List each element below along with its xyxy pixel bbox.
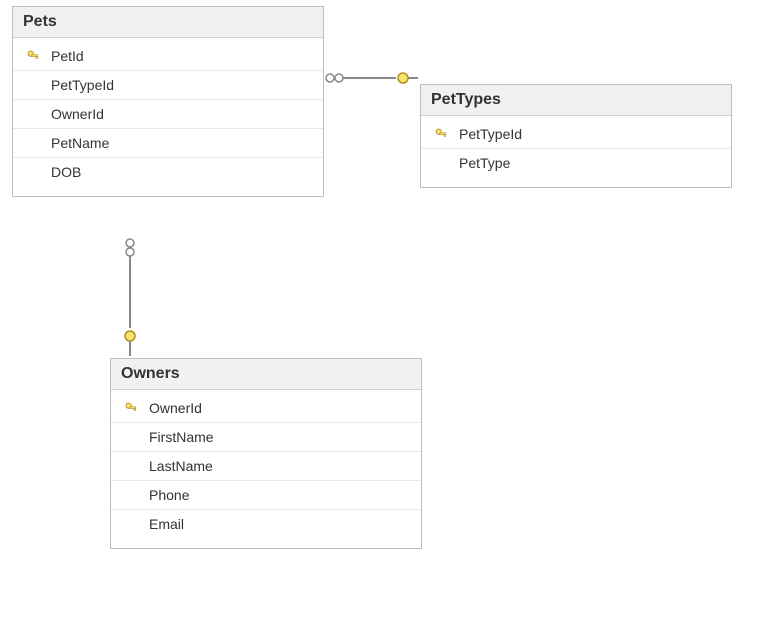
column-name: PetType <box>453 155 721 171</box>
table-pets[interactable]: Pets PetId PetTypeId OwnerId PetName <box>12 6 324 197</box>
relation-pets-owners <box>125 239 135 356</box>
primary-key-icon <box>119 401 143 415</box>
column-name: PetTypeId <box>453 126 721 142</box>
relation-pets-pettypes <box>326 73 418 83</box>
table-pets-title[interactable]: Pets <box>13 7 323 38</box>
column-name: Phone <box>143 487 411 503</box>
table-row[interactable]: DOB <box>13 158 323 186</box>
primary-key-icon <box>21 49 45 63</box>
table-owners-columns: OwnerId FirstName LastName Phone Email <box>111 390 421 548</box>
column-name: PetName <box>45 135 313 151</box>
er-diagram-canvas: Pets PetId PetTypeId OwnerId PetName <box>0 0 768 619</box>
column-name: OwnerId <box>45 106 313 122</box>
column-name: DOB <box>45 164 313 180</box>
column-name: PetTypeId <box>45 77 313 93</box>
table-pettypes[interactable]: PetTypes PetTypeId PetType <box>420 84 732 188</box>
table-row[interactable]: OwnerId <box>13 100 323 129</box>
table-row[interactable]: LastName <box>111 452 421 481</box>
table-row[interactable]: OwnerId <box>111 394 421 423</box>
table-owners-title[interactable]: Owners <box>111 359 421 390</box>
primary-key-icon <box>429 127 453 141</box>
table-row[interactable]: PetId <box>13 42 323 71</box>
column-name: LastName <box>143 458 411 474</box>
table-row[interactable]: Email <box>111 510 421 538</box>
table-row[interactable]: PetTypeId <box>421 120 731 149</box>
table-row[interactable]: Phone <box>111 481 421 510</box>
table-row[interactable]: PetName <box>13 129 323 158</box>
table-owners[interactable]: Owners OwnerId FirstName LastName Phone <box>110 358 422 549</box>
table-row[interactable]: PetTypeId <box>13 71 323 100</box>
column-name: PetId <box>45 48 313 64</box>
column-name: OwnerId <box>143 400 411 416</box>
table-pets-columns: PetId PetTypeId OwnerId PetName DOB <box>13 38 323 196</box>
column-name: Email <box>143 516 411 532</box>
column-name: FirstName <box>143 429 411 445</box>
table-pettypes-title[interactable]: PetTypes <box>421 85 731 116</box>
table-row[interactable]: FirstName <box>111 423 421 452</box>
table-row[interactable]: PetType <box>421 149 731 177</box>
table-pettypes-columns: PetTypeId PetType <box>421 116 731 187</box>
